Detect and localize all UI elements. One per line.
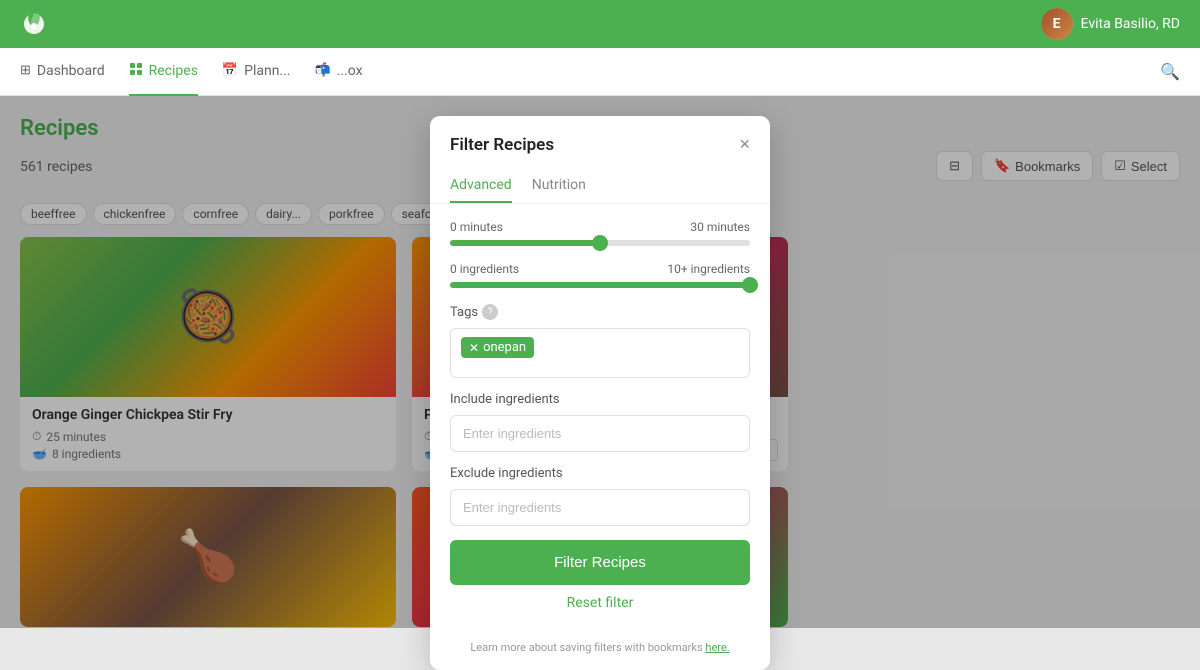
reset-filter-link[interactable]: Reset filter <box>450 595 750 611</box>
ingredients-range-fill <box>450 282 750 288</box>
nav-planning[interactable]: 📅 Plann... <box>222 49 291 95</box>
tag-remove-icon[interactable]: ✕ <box>469 341 479 355</box>
tag-label: onepan <box>483 340 526 355</box>
user-name: Evita Basilio, RD <box>1081 16 1180 32</box>
time-range: 0 minutes 30 minutes <box>450 220 750 246</box>
time-range-fill <box>450 240 600 246</box>
nav-recipes-label: Recipes <box>149 63 198 79</box>
modal-header: Filter Recipes × <box>430 116 770 155</box>
modal-footer: Learn more about saving filters with boo… <box>430 641 770 670</box>
user-profile[interactable]: E Evita Basilio, RD <box>1041 8 1180 40</box>
modal-title: Filter Recipes <box>450 135 554 155</box>
nav-recipes[interactable]: Recipes <box>129 48 198 96</box>
time-range-labels: 0 minutes 30 minutes <box>450 220 750 234</box>
modal-body: 0 minutes 30 minutes 0 ingredients 10+ i… <box>430 204 770 641</box>
tab-nutrition[interactable]: Nutrition <box>532 169 586 203</box>
include-ingredients-label: Include ingredients <box>450 392 750 407</box>
nav-inbox-label: ...ox <box>337 63 363 79</box>
app-header: E Evita Basilio, RD <box>0 0 1200 48</box>
nav-planning-label: Plann... <box>244 63 290 79</box>
exclude-ingredients-input[interactable] <box>450 489 750 526</box>
exclude-ingredients-label: Exclude ingredients <box>450 466 750 481</box>
main-nav: ⊞ Dashboard Recipes 📅 Plann... 📬 ...ox 🔍 <box>0 48 1200 96</box>
time-max-label: 30 minutes <box>690 220 750 234</box>
footer-note-text: Learn more about saving filters with boo… <box>470 641 702 654</box>
tag-onepan[interactable]: ✕ onepan <box>461 337 534 358</box>
help-icon[interactable]: ? <box>482 304 498 320</box>
ingredients-range: 0 ingredients 10+ ingredients <box>450 262 750 288</box>
calendar-icon: 📅 <box>222 63 238 78</box>
filter-recipes-button[interactable]: Filter Recipes <box>450 540 750 585</box>
time-range-thumb[interactable] <box>592 235 608 251</box>
nav-dashboard-label: Dashboard <box>37 63 105 79</box>
avatar: E <box>1041 8 1073 40</box>
inbox-icon: 📬 <box>315 63 331 78</box>
time-range-track[interactable] <box>450 240 750 246</box>
modal-tabs: Advanced Nutrition <box>430 169 770 204</box>
ingredients-range-thumb[interactable] <box>742 277 758 293</box>
modal-overlay: Filter Recipes × Advanced Nutrition 0 mi… <box>0 96 1200 628</box>
footer-note-link[interactable]: here. <box>705 641 729 654</box>
ingredients-range-track[interactable] <box>450 282 750 288</box>
main-content: Recipes 561 recipes ⊟ 🔖 Bookmarks ☑ Sele… <box>0 96 1200 628</box>
ingredients-range-labels: 0 ingredients 10+ ingredients <box>450 262 750 276</box>
tab-advanced[interactable]: Advanced <box>450 169 512 203</box>
grid-icon: ⊞ <box>20 63 31 78</box>
search-icon: 🔍 <box>1160 62 1180 81</box>
filter-modal: Filter Recipes × Advanced Nutrition 0 mi… <box>430 116 770 670</box>
include-ingredients-input[interactable] <box>450 415 750 452</box>
recipe-icon <box>129 62 143 80</box>
nav-inbox[interactable]: 📬 ...ox <box>315 49 363 95</box>
ingredients-min-label: 0 ingredients <box>450 262 519 276</box>
nav-dashboard[interactable]: ⊞ Dashboard <box>20 49 105 95</box>
time-min-label: 0 minutes <box>450 220 503 234</box>
tags-label: Tags ? <box>450 304 750 320</box>
tags-box[interactable]: ✕ onepan <box>450 328 750 378</box>
modal-close-button[interactable]: × <box>739 134 750 155</box>
search-button[interactable]: 🔍 <box>1160 62 1180 81</box>
ingredients-max-label: 10+ ingredients <box>667 262 750 276</box>
app-logo <box>20 10 48 38</box>
